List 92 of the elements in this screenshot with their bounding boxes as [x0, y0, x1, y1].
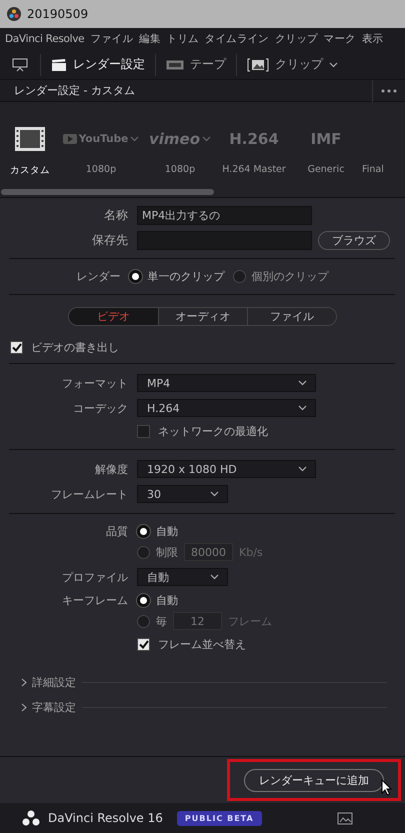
preset-item[interactable]: YouTube 1080p — [60, 124, 142, 177]
chevron-down-icon — [298, 405, 307, 411]
preset-logo: YouTube — [78, 133, 128, 145]
chevron-right-icon — [21, 703, 28, 712]
setting-label: プロファイル — [61, 570, 128, 584]
window-title: 20190509 — [27, 7, 88, 21]
dropdown[interactable]: H.264 — [137, 399, 316, 417]
preset-item[interactable]: IMF Generic — [290, 124, 362, 177]
unit-label: フレーム — [228, 614, 272, 628]
chevron-down-icon — [298, 466, 307, 472]
number-field[interactable]: 12 — [173, 612, 222, 630]
radio-button[interactable] — [232, 270, 246, 283]
menu-item[interactable]: ファイル — [90, 32, 134, 46]
menu-item[interactable]: クリップ — [274, 32, 318, 46]
chevron-down-icon — [210, 574, 219, 580]
dropdown[interactable]: 自動 — [137, 568, 228, 586]
radio-label: 個別のクリップ — [252, 269, 328, 284]
section-toggle[interactable]: 詳細設定 — [21, 675, 76, 690]
checkbox[interactable] — [10, 341, 23, 354]
more-icon — [381, 88, 397, 92]
setting-label: フォーマット — [61, 376, 128, 390]
menu-item[interactable]: マーク — [324, 32, 356, 46]
radio-button[interactable] — [128, 270, 142, 283]
radio-button[interactable] — [137, 594, 150, 607]
browse-button[interactable]: ブラウズ — [318, 231, 390, 250]
monitor-icon — [12, 58, 28, 72]
clip-icon — [247, 58, 269, 72]
setting-label: フレームレート — [50, 486, 128, 502]
preset-item[interactable]: カスタム — [0, 124, 60, 177]
tape-icon — [166, 60, 184, 70]
scrollbar-thumb[interactable] — [1, 189, 214, 195]
radio-button[interactable] — [137, 546, 150, 558]
image-icon[interactable] — [337, 811, 353, 825]
menu-item[interactable]: トリム — [166, 32, 199, 46]
radio-label: 自動 — [156, 593, 178, 608]
number-field[interactable]: 80000 — [184, 543, 233, 561]
location-field[interactable] — [137, 231, 312, 250]
preset-logo: IMF — [310, 130, 342, 148]
menu-item[interactable]: 表示 — [362, 32, 384, 46]
radio-button[interactable] — [137, 614, 150, 628]
chevron-down-icon — [298, 380, 307, 386]
tab[interactable]: ファイル — [247, 308, 336, 325]
clapperboard-icon — [51, 58, 67, 72]
radio-label: 単一のクリップ — [148, 269, 224, 284]
toolbar-button[interactable]: クリップ — [236, 54, 348, 76]
preset-logo: H.264 — [229, 130, 279, 148]
preset-item[interactable]: vimeo 1080p — [142, 124, 218, 177]
toolbar-button[interactable]: テープ — [155, 54, 236, 76]
section-toggle[interactable]: 字幕設定 — [21, 700, 76, 715]
checkbox-label: フレーム並べ替え — [158, 637, 246, 652]
chevron-down-icon — [202, 136, 212, 142]
checkbox[interactable] — [137, 425, 150, 438]
chevron-right-icon — [21, 678, 28, 687]
add-to-queue-button[interactable]: レンダーキューに追加 — [244, 768, 384, 792]
preset-item[interactable]: H.264 H.264 Master — [218, 124, 290, 177]
tab[interactable]: ビデオ — [69, 308, 158, 325]
field-label: 保存先 — [91, 232, 128, 249]
chevron-down-icon — [210, 491, 219, 497]
preset-item[interactable]: Final — [362, 124, 405, 177]
dropdown[interactable]: 1920 x 1080 HD — [137, 460, 316, 478]
setting-label: 解像度 — [94, 462, 128, 476]
dropdown[interactable]: MP4 — [137, 374, 316, 392]
checkbox-label: ネットワークの最適化 — [158, 424, 268, 439]
unit-label: Kb/s — [239, 546, 263, 558]
setting-label: キーフレーム — [61, 593, 128, 608]
name-field[interactable]: MP4出力するの — [137, 206, 312, 225]
checkbox-label: ビデオの書き出し — [31, 340, 119, 355]
app-name: DaVinci Resolve 16 — [48, 811, 163, 825]
app-logo-icon — [7, 7, 21, 21]
beta-badge: PUBLIC BETA — [176, 810, 262, 826]
film-strip-icon — [14, 126, 46, 152]
menu-item[interactable]: 編集 — [139, 32, 161, 46]
checkbox[interactable] — [137, 638, 150, 651]
render-label: レンダー — [76, 269, 120, 284]
chevron-down-icon — [130, 136, 140, 142]
setting-label: コーデック — [72, 400, 128, 416]
radio-button[interactable] — [137, 525, 150, 538]
radio-label: 自動 — [156, 524, 178, 539]
toolbar-button[interactable]: レンダー設定 — [40, 54, 155, 76]
radio-label: 制限 — [156, 544, 178, 560]
chevron-down-icon — [329, 62, 338, 68]
preset-logo: vimeo — [148, 130, 200, 148]
field-label: 名称 — [103, 207, 128, 224]
radio-label: 毎 — [156, 614, 167, 628]
app-logo-icon — [22, 810, 40, 826]
menu-item[interactable]: タイムライン — [204, 32, 269, 46]
setting-label: 品質 — [105, 524, 128, 539]
menu-item[interactable]: DaVinci Resolve — [5, 33, 84, 45]
play-icon — [62, 134, 77, 144]
cursor-icon — [381, 779, 392, 796]
dropdown[interactable]: 30 — [137, 485, 228, 503]
panel-title: レンダー設定 - カスタム — [13, 83, 136, 98]
